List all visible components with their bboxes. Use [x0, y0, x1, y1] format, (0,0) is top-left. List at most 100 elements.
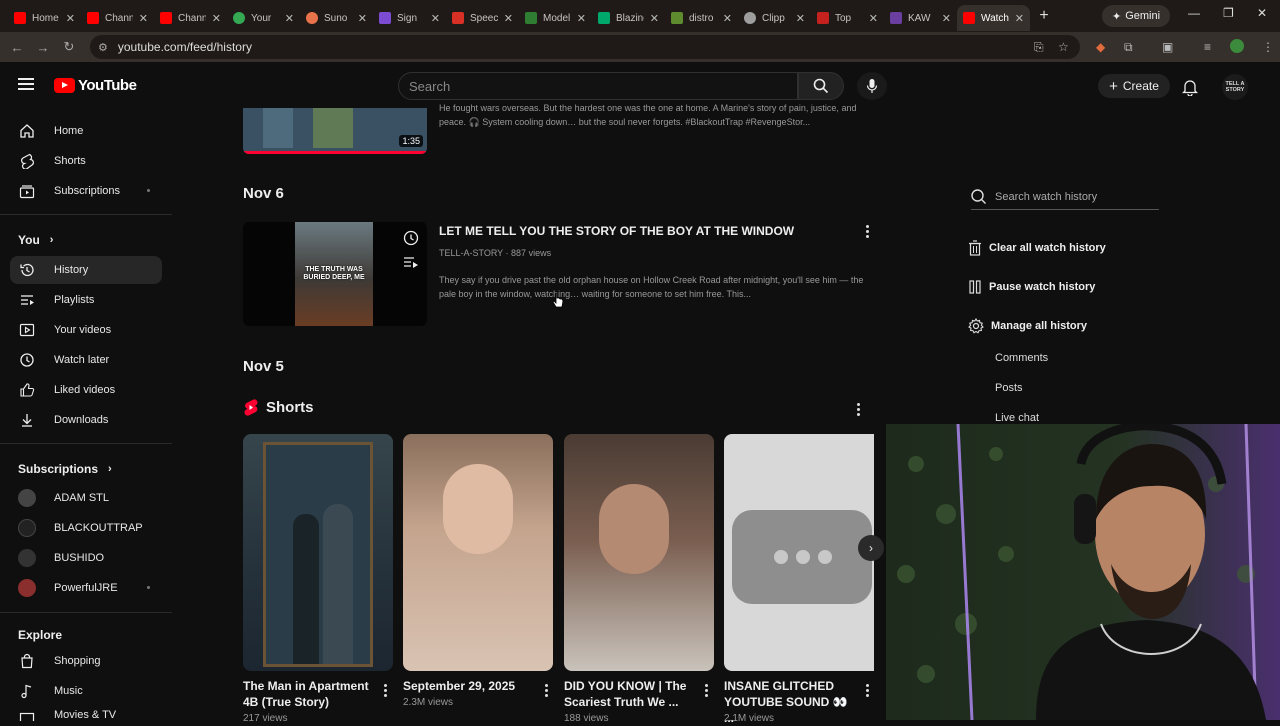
profile-icon[interactable] — [1230, 39, 1244, 53]
history-live-chat-link[interactable]: Live chat — [995, 412, 1039, 424]
close-icon[interactable]: ✕ — [650, 12, 659, 25]
sidebar-item-shopping[interactable]: Shopping — [10, 647, 162, 675]
watch-history-search-input[interactable]: Search watch history — [971, 184, 1159, 210]
new-tab-button[interactable]: + — [1032, 7, 1056, 25]
address-bar[interactable]: ⚙ youtube.com/feed/history — [90, 35, 1080, 59]
video-title[interactable]: LET ME TELL YOU THE STORY OF THE BOY AT … — [439, 224, 794, 238]
sidebar-channel-adam-stl[interactable]: ADAM STL — [10, 484, 162, 512]
media-icon[interactable]: ≡ — [1204, 40, 1211, 54]
close-icon[interactable]: ✕ — [504, 12, 513, 25]
close-window-icon[interactable]: ✕ — [1257, 6, 1267, 20]
short-thumbnail[interactable] — [403, 434, 553, 671]
sidepanel-icon[interactable]: ▣ — [1162, 40, 1173, 54]
pause-watch-history-button[interactable]: Pause watch history — [968, 279, 1095, 295]
avatar[interactable]: TELL A STORY — [1222, 74, 1248, 100]
sidebar-item-liked-videos[interactable]: Liked videos — [10, 376, 162, 404]
close-icon[interactable]: ✕ — [66, 12, 75, 25]
channel-name[interactable]: TELL-A-STORY — [439, 248, 503, 258]
history-posts-link[interactable]: Posts — [995, 382, 1023, 394]
sidebar-item-movies[interactable]: Movies & TV — [10, 707, 162, 721]
sidebar-channel-bushido[interactable]: BUSHIDO — [10, 544, 162, 572]
short-thumbnail[interactable] — [564, 434, 714, 671]
close-icon[interactable]: ✕ — [212, 12, 221, 25]
history-comments-link[interactable]: Comments — [995, 352, 1048, 364]
shelf-next-button[interactable]: › — [858, 535, 884, 561]
close-icon[interactable]: ✕ — [723, 12, 732, 25]
browser-tab[interactable]: Channel ✕ — [154, 5, 227, 31]
browser-tab[interactable]: Suno ✕ — [300, 5, 373, 31]
bookmark-star-icon[interactable]: ☆ — [1058, 40, 1069, 54]
extensions-puzzle-icon[interactable]: ⧉ — [1124, 40, 1133, 55]
add-to-queue-icon[interactable] — [403, 256, 419, 275]
browser-tab[interactable]: Sign ✕ — [373, 5, 446, 31]
clear-watch-history-button[interactable]: Clear all watch history — [968, 240, 1106, 256]
browser-tab[interactable]: Home ✕ — [8, 5, 81, 31]
close-icon[interactable]: ✕ — [796, 12, 805, 25]
sidebar-item-music[interactable]: Music — [10, 677, 162, 705]
youtube-logo[interactable]: YouTube — [54, 77, 137, 94]
browser-tab-active[interactable]: Watch ✕ — [957, 5, 1030, 31]
short-title[interactable]: DID YOU KNOW | The Scariest Truth We ... — [564, 678, 694, 710]
video-thumbnail[interactable]: THE TRUTH WAS BURIED DEEP, ME — [243, 222, 427, 326]
browser-tab[interactable]: Clipp ✕ — [738, 5, 811, 31]
browser-tab[interactable]: Blazing ✕ — [592, 5, 665, 31]
back-icon[interactable]: ← — [4, 40, 30, 55]
close-icon[interactable]: ✕ — [431, 12, 440, 25]
sidebar-item-watch-later[interactable]: Watch later — [10, 346, 162, 374]
minimize-icon[interactable]: — — [1188, 6, 1200, 20]
short-more-icon[interactable] — [545, 684, 549, 699]
sidebar-channel-powerfuljre[interactable]: PowerfulJRE — [10, 574, 162, 602]
more-actions-icon[interactable] — [866, 225, 870, 240]
search-input[interactable]: Search — [398, 72, 798, 100]
close-icon[interactable]: ✕ — [942, 12, 951, 25]
sidebar-item-history[interactable]: History — [10, 256, 162, 284]
browser-tab[interactable]: Top ✕ — [811, 5, 884, 31]
notifications-button[interactable] — [1181, 78, 1199, 101]
sidebar-item-downloads[interactable]: Downloads — [10, 406, 162, 434]
browser-tab[interactable]: Channel ✕ — [81, 5, 154, 31]
short-more-icon[interactable] — [866, 684, 870, 699]
site-info-icon[interactable]: ⚙ — [98, 41, 108, 54]
close-icon[interactable]: ✕ — [358, 12, 367, 25]
voice-search-button[interactable] — [857, 72, 887, 100]
subscriptions-section-heading[interactable]: Subscriptions › — [18, 462, 112, 476]
short-thumbnail[interactable] — [243, 434, 393, 671]
create-button[interactable]: + Create — [1098, 74, 1170, 98]
short-more-icon[interactable] — [705, 684, 709, 699]
short-more-icon[interactable] — [384, 684, 388, 699]
browser-tab[interactable]: Your ✕ — [227, 5, 300, 31]
sidebar-channel-blackouttrap[interactable]: BLACKOUTTRAP — [10, 514, 162, 542]
sidebar-item-home[interactable]: Home — [10, 117, 162, 145]
sidebar-item-your-videos[interactable]: Your videos — [10, 316, 162, 344]
restore-icon[interactable]: ❐ — [1223, 6, 1234, 20]
browser-tab[interactable]: Speech ✕ — [446, 5, 519, 31]
hamburger-menu-icon[interactable] — [18, 78, 34, 90]
watch-later-icon[interactable] — [403, 230, 419, 251]
tab-label: Channel — [105, 12, 133, 24]
video-thumbnail[interactable]: 1:35 — [243, 108, 427, 154]
menu-icon[interactable]: ⋮ — [1262, 40, 1274, 54]
close-icon[interactable]: ✕ — [1015, 12, 1024, 25]
forward-icon[interactable]: → — [30, 40, 56, 55]
close-icon[interactable]: ✕ — [285, 12, 294, 25]
manage-all-history-button[interactable]: Manage all history — [968, 318, 1087, 334]
sidebar-item-subscriptions[interactable]: Subscriptions — [10, 177, 162, 205]
shelf-more-icon[interactable] — [857, 403, 861, 418]
install-icon[interactable]: ⎘ — [1034, 40, 1044, 55]
close-icon[interactable]: ✕ — [869, 12, 878, 25]
you-section-heading[interactable]: You › — [18, 233, 53, 247]
close-icon[interactable]: ✕ — [139, 12, 148, 25]
close-icon[interactable]: ✕ — [577, 12, 586, 25]
extension-icon[interactable]: ◆ — [1096, 40, 1105, 54]
short-title[interactable]: The Man in Apartment 4B (True Story) — [243, 678, 373, 710]
reload-icon[interactable]: ↻ — [56, 39, 82, 55]
short-thumbnail[interactable] — [724, 434, 874, 671]
browser-tab[interactable]: Model ✕ — [519, 5, 592, 31]
sidebar-item-shorts[interactable]: Shorts — [10, 147, 162, 175]
sidebar-item-playlists[interactable]: Playlists — [10, 286, 162, 314]
browser-tab[interactable]: distro ✕ — [665, 5, 738, 31]
browser-tab[interactable]: KAW ✕ — [884, 5, 957, 31]
gemini-button[interactable]: ✦ Gemini — [1102, 5, 1170, 27]
search-button[interactable] — [798, 72, 844, 100]
short-title[interactable]: September 29, 2025 — [403, 678, 533, 694]
